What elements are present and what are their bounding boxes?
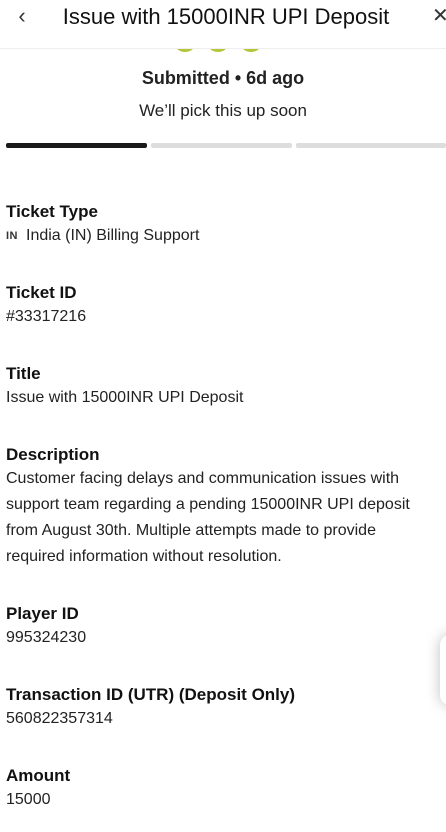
progress-step-1 (6, 143, 147, 148)
progress-step-2 (151, 143, 292, 148)
field-label: Ticket Type (6, 202, 98, 221)
ticket-details: Ticket Type IN India (IN) Billing Support… (6, 201, 438, 813)
field-value: 995324230 (6, 629, 87, 646)
field-value: #33317216 (6, 308, 87, 325)
country-badge: IN (6, 230, 18, 242)
close-icon[interactable]: ✕ (432, 2, 446, 30)
field-value: Customer facing delays and communication… (6, 470, 410, 565)
progress-bar (6, 143, 446, 148)
page-title: Issue with 15000INR UPI Deposit (62, 4, 390, 29)
field-label: Ticket ID (6, 283, 77, 302)
field-value: 15000 (6, 791, 51, 808)
status-line: Submitted • 6d ago (0, 68, 446, 89)
ticket-type-value: India (IN) Billing Support (26, 227, 200, 244)
status-state: Submitted (141, 68, 230, 88)
status-separator: • (234, 68, 242, 88)
field-value: Issue with 15000INR UPI Deposit (6, 389, 244, 406)
field-label: Player ID (6, 604, 79, 623)
field-label: Amount (6, 766, 71, 785)
field-transaction-id: Transaction ID (UTR) (Deposit Only) 5608… (6, 684, 438, 732)
field-ticket-id: Ticket ID #33317216 (6, 282, 438, 330)
field-amount: Amount 15000 (6, 765, 438, 813)
progress-step-3 (296, 143, 446, 148)
field-description: Description Customer facing delays and c… (6, 444, 438, 570)
field-label: Title (6, 364, 41, 383)
field-value: 560822357314 (6, 710, 113, 727)
field-player-id: Player ID 995324230 (6, 603, 438, 651)
field-value: IN India (IN) Billing Support (6, 223, 438, 249)
status-message: We’ll pick this up soon (139, 101, 307, 120)
floating-handle[interactable] (440, 635, 446, 705)
top-bar: ‹ Issue with 15000INR UPI Deposit ✕ (0, 0, 446, 49)
field-label: Transaction ID (UTR) (Deposit Only) (6, 685, 296, 704)
field-label: Description (6, 445, 100, 464)
field-ticket-type: Ticket Type IN India (IN) Billing Support (6, 201, 438, 249)
status-age: 6d ago (246, 68, 305, 88)
back-arrow-icon[interactable]: ‹ (10, 2, 34, 30)
field-title: Title Issue with 15000INR UPI Deposit (6, 363, 438, 411)
